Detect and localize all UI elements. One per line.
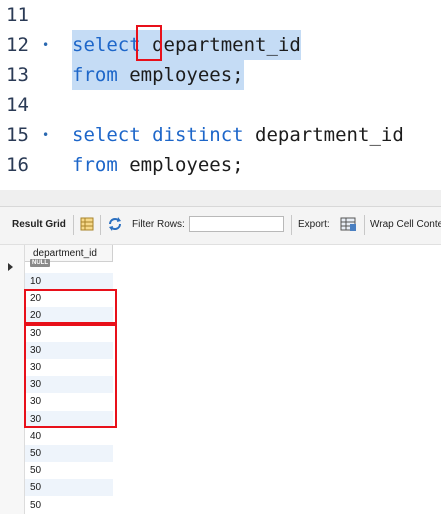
code-line[interactable]: 15 • select distinct department_id xyxy=(0,120,441,150)
sql-editor[interactable]: 11 12 • select department_id 13 from employee… xyxy=(0,0,441,190)
grid-view-icon[interactable] xyxy=(80,217,94,234)
line-number: 14 xyxy=(6,94,29,116)
sql-text: department_id xyxy=(140,34,301,56)
toolbar-divider xyxy=(291,215,292,235)
table-cell[interactable]: 50 xyxy=(25,462,113,479)
table-cell[interactable]: 50 xyxy=(25,445,113,462)
filter-rows-input[interactable] xyxy=(189,216,284,232)
result-toolbar: Result Grid Filter Rows: Export: Wrap Ce xyxy=(0,207,441,245)
toolbar-divider xyxy=(364,215,365,235)
code-line[interactable]: 12 • select department_id xyxy=(0,30,441,60)
annotation-box-cursor xyxy=(136,25,162,61)
code-text: from employees; xyxy=(72,60,244,90)
toolbar-divider xyxy=(100,215,101,235)
line-number: 11 xyxy=(6,4,29,26)
null-badge: NULL xyxy=(30,259,50,268)
result-grid[interactable]: department_id NULL 10 20 20 30 30 30 30 30 30 40 5… xyxy=(0,245,441,514)
statement-marker-icon: • xyxy=(42,38,50,52)
sql-keyword: from xyxy=(72,154,118,176)
code-line[interactable]: 16 from employees; xyxy=(0,150,441,180)
export-icon[interactable] xyxy=(340,216,357,235)
code-line[interactable]: 14 xyxy=(0,90,441,120)
toolbar-divider xyxy=(73,215,74,235)
export-label: Export: xyxy=(298,219,330,230)
code-text: from employees; xyxy=(72,150,244,180)
sql-text: employees; xyxy=(117,154,244,176)
current-row-arrow-icon xyxy=(8,263,13,271)
line-number: 13 xyxy=(6,64,29,86)
refresh-icon[interactable] xyxy=(107,216,123,235)
result-grid-tab[interactable]: Result Grid xyxy=(12,219,66,230)
wrap-cell-content-label[interactable]: Wrap Cell Conte xyxy=(370,219,441,230)
table-cell[interactable]: 50 xyxy=(25,497,113,514)
code-text: select distinct department_id xyxy=(72,120,404,150)
code-line[interactable]: 13 from employees; xyxy=(0,60,441,90)
line-number: 12 xyxy=(6,34,29,56)
sql-text: employees; xyxy=(117,64,244,86)
sql-keyword: select xyxy=(72,124,141,146)
code-line[interactable]: 11 xyxy=(0,0,441,30)
sql-text: department_id xyxy=(243,124,404,146)
line-number: 15 xyxy=(6,124,29,146)
code-line-partial xyxy=(0,180,441,190)
annotation-box-rows-20 xyxy=(24,289,117,324)
line-number: 16 xyxy=(6,154,29,176)
sql-keyword: select xyxy=(72,34,141,56)
code-text: select department_id xyxy=(72,30,301,60)
table-cell[interactable]: 40 xyxy=(25,428,113,445)
filter-rows-label: Filter Rows: xyxy=(132,219,185,230)
annotation-box-rows-30 xyxy=(24,324,117,428)
table-cell-null[interactable]: NULL xyxy=(25,255,113,272)
editor-result-splitter[interactable] xyxy=(0,190,441,207)
table-cell[interactable]: 50 xyxy=(25,479,113,497)
sql-keyword: from xyxy=(72,64,118,86)
sql-keyword: distinct xyxy=(152,124,244,146)
row-header-column xyxy=(0,245,25,514)
table-cell[interactable]: 10 xyxy=(25,273,113,290)
statement-marker-icon: • xyxy=(42,128,50,142)
